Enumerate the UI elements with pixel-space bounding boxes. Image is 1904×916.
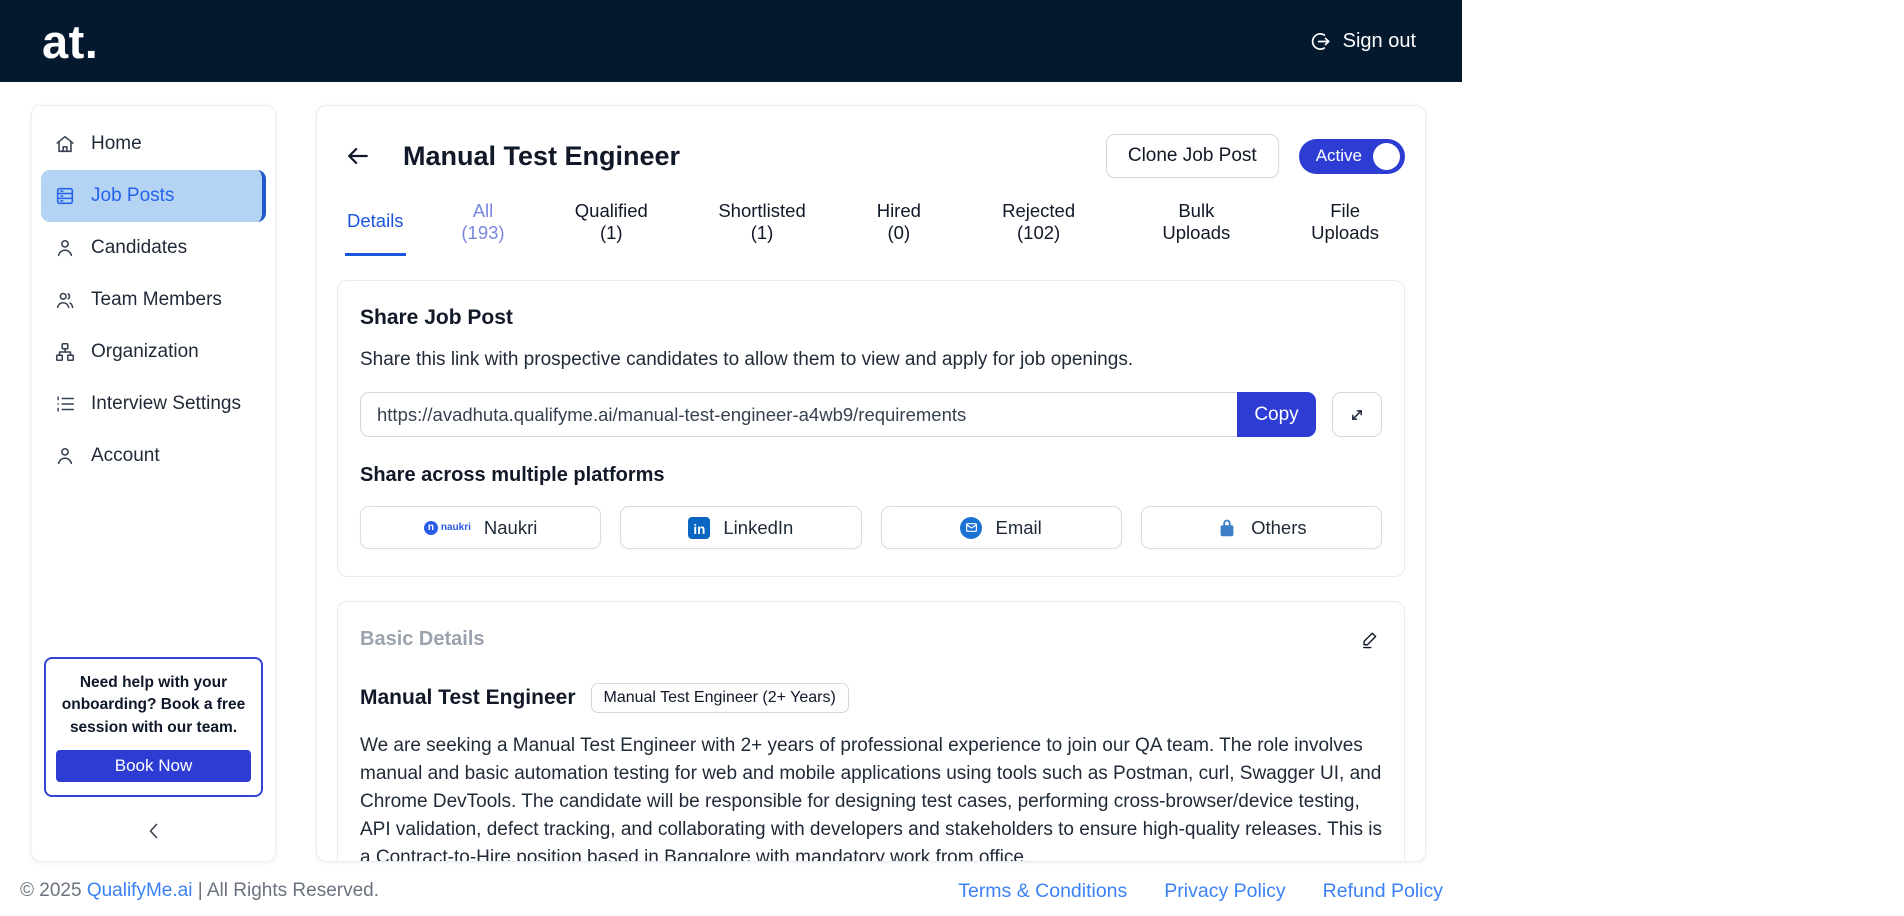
basic-details-title: Basic Details [360, 628, 485, 650]
tab-qualified[interactable]: Qualified (1) [560, 200, 662, 256]
email-icon [960, 516, 983, 539]
sidebar-item-label: Team Members [91, 289, 222, 310]
copyright-text: © 2025 QualifyMe.ai | All Rights Reserve… [20, 880, 380, 901]
terms-conditions-link[interactable]: Terms & Conditions [958, 880, 1127, 903]
back-button[interactable] [337, 141, 379, 171]
chevron-left-icon [142, 819, 166, 843]
sidebar-item-account[interactable]: Account [32, 430, 275, 482]
sidebar: Home Job Posts Candidates Team Members O… [31, 105, 276, 862]
share-linkedin-button[interactable]: in LinkedIn [620, 506, 862, 549]
platform-label: Email [995, 516, 1042, 538]
sign-out-label: Sign out [1342, 29, 1416, 52]
platform-label: Naukri [483, 516, 538, 538]
toggle-knob [1373, 142, 1400, 170]
linkedin-icon: in [688, 516, 711, 539]
sidebar-item-label: Organization [91, 341, 199, 362]
sidebar-item-candidates[interactable]: Candidates [32, 222, 275, 274]
share-job-post-card: Share Job Post Share this link with pros… [337, 280, 1405, 577]
tab-rejected[interactable]: Rejected (102) [978, 200, 1100, 256]
footer: © 2025 QualifyMe.ai | All Rights Reserve… [0, 872, 1462, 916]
sidebar-item-home[interactable]: Home [32, 118, 275, 170]
share-url-row: Copy [360, 392, 1382, 437]
refund-policy-link[interactable]: Refund Policy [1323, 880, 1443, 903]
job-title: Manual Test Engineer [360, 686, 576, 709]
sign-out-button[interactable]: Sign out [1309, 30, 1416, 53]
share-others-button[interactable]: Others [1140, 506, 1382, 549]
share-description: Share this link with prospective candida… [360, 349, 1134, 370]
active-status-toggle[interactable]: Active [1298, 138, 1405, 174]
qualifyme-link[interactable]: QualifyMe.ai [87, 880, 193, 901]
onboarding-help-text: Need help with your onboarding? Book a f… [61, 673, 246, 736]
job-posts-icon [54, 185, 76, 207]
people-icon [54, 289, 76, 311]
collapse-sidebar-button[interactable] [132, 817, 176, 845]
job-title-row: Manual Test Engineer Manual Test Enginee… [360, 683, 1382, 713]
back-arrow-icon [343, 141, 373, 171]
copy-url-button[interactable]: Copy [1237, 392, 1316, 437]
job-experience-badge: Manual Test Engineer (2+ Years) [590, 683, 849, 713]
job-description: We are seeking a Manual Test Engineer wi… [360, 735, 1383, 862]
org-chart-icon [54, 341, 76, 363]
sidebar-item-organization[interactable]: Organization [32, 326, 275, 378]
tab-bulk-uploads[interactable]: Bulk Uploads [1141, 200, 1251, 256]
clone-job-post-button[interactable]: Clone Job Post [1105, 134, 1279, 178]
job-post-tabs: Details All (193) Qualified (1) Shortlis… [337, 200, 1405, 256]
platform-label: LinkedIn [723, 516, 794, 538]
footer-links: Terms & Conditions Privacy Policy Refund… [958, 880, 1443, 903]
platforms-section-title: Share across multiple platforms [360, 464, 665, 486]
sidebar-item-job-posts[interactable]: Job Posts [41, 170, 266, 222]
list-settings-icon [54, 393, 76, 415]
sidebar-item-team-members[interactable]: Team Members [32, 274, 275, 326]
tab-shortlisted[interactable]: Shortlisted (1) [704, 200, 820, 256]
tab-hired[interactable]: Hired (0) [862, 200, 936, 256]
logout-icon [1309, 30, 1332, 53]
tab-all[interactable]: All (193) [448, 200, 519, 256]
expand-url-button[interactable] [1332, 392, 1382, 437]
app-window: at. Sign out Home Job Posts Candidates T… [0, 0, 1462, 916]
sidebar-item-label: Job Posts [91, 185, 175, 206]
expand-diagonal-icon [1347, 405, 1367, 425]
content-area: Home Job Posts Candidates Team Members O… [0, 82, 1462, 872]
share-section-title: Share Job Post [360, 306, 513, 329]
brand-logo: at. [42, 14, 99, 68]
job-post-header: Manual Test Engineer Clone Job Post Acti… [337, 134, 1405, 178]
sidebar-item-interview-settings[interactable]: Interview Settings [32, 378, 275, 430]
basic-details-card: Basic Details Manual Test Engineer Manua… [337, 601, 1405, 862]
sidebar-item-label: Candidates [91, 237, 188, 258]
header-actions: Clone Job Post Active [1105, 134, 1405, 178]
top-navbar: at. Sign out [0, 0, 1462, 82]
sidebar-item-label: Account [91, 445, 160, 466]
person-icon [54, 445, 76, 467]
platform-label: Others [1251, 516, 1307, 538]
naukri-icon: n naukri [423, 520, 471, 535]
privacy-policy-link[interactable]: Privacy Policy [1164, 880, 1285, 903]
share-naukri-button[interactable]: n naukri Naukri [360, 506, 602, 549]
job-post-panel: Manual Test Engineer Clone Job Post Acti… [316, 105, 1426, 862]
platform-buttons-row: n naukri Naukri in LinkedIn Email Others [360, 506, 1382, 549]
page-title: Manual Test Engineer [403, 140, 681, 171]
pencil-edit-icon [1359, 629, 1380, 650]
others-bag-icon [1216, 517, 1238, 539]
share-email-button[interactable]: Email [880, 506, 1122, 549]
home-icon [54, 133, 76, 155]
person-icon [54, 237, 76, 259]
sidebar-item-label: Interview Settings [91, 393, 241, 414]
sidebar-item-label: Home [91, 133, 142, 154]
toggle-label: Active [1315, 146, 1362, 165]
edit-basic-details-button[interactable] [1357, 627, 1382, 652]
book-now-button[interactable]: Book Now [56, 750, 251, 782]
job-post-url-input[interactable] [360, 392, 1237, 437]
onboarding-help-box: Need help with your onboarding? Book a f… [44, 656, 263, 797]
tab-file-uploads[interactable]: File Uploads [1293, 200, 1397, 256]
tab-details[interactable]: Details [345, 200, 406, 256]
